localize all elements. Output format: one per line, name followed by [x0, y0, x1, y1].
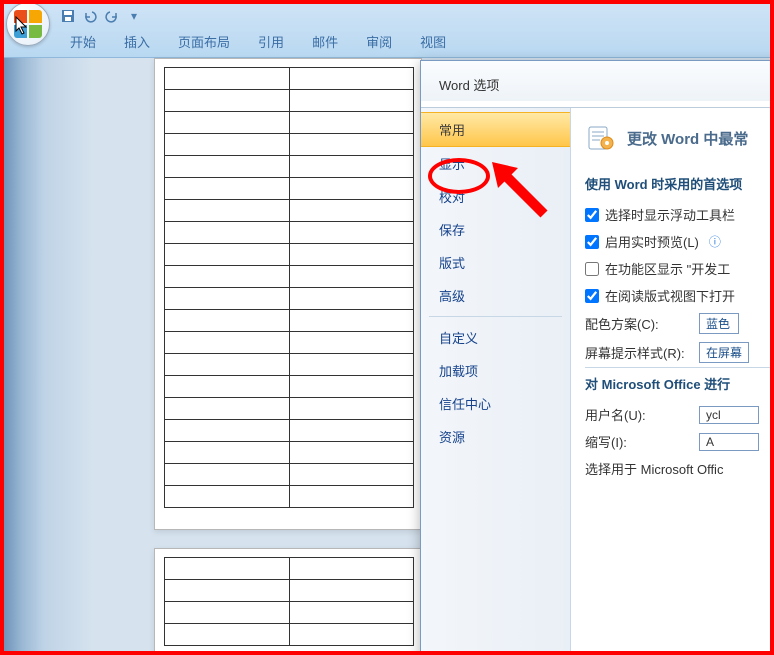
- checkbox-minitoolbar[interactable]: 选择时显示浮动工具栏: [585, 201, 774, 228]
- checkbox-readinglayout[interactable]: 在阅读版式视图下打开: [585, 282, 774, 309]
- table-row: [165, 244, 414, 266]
- office-logo-icon: [14, 10, 42, 38]
- table-row: [165, 112, 414, 134]
- table-row: [165, 354, 414, 376]
- sidebar-item-customize[interactable]: 自定义: [421, 321, 570, 354]
- username-input[interactable]: ycl: [699, 406, 759, 424]
- sidebar-item-save[interactable]: 保存: [421, 213, 570, 246]
- field-label: 缩写(I):: [585, 432, 689, 451]
- field-label: 用户名(U):: [585, 405, 689, 424]
- table-row: [165, 310, 414, 332]
- sidebar-item-advanced[interactable]: 高级: [421, 279, 570, 312]
- checkbox-label: 在功能区显示 "开发工: [605, 259, 730, 278]
- section-title-office: 对 Microsoft Office 进行: [585, 367, 774, 401]
- table-row: [165, 486, 414, 508]
- document-table: [164, 67, 414, 508]
- ribbon-bar: ▾ 开始 插入 页面布局 引用 邮件 审阅 视图: [4, 4, 770, 58]
- sidebar-item-resources[interactable]: 资源: [421, 420, 570, 453]
- options-sidebar: 常用 显示 校对 保存 版式 高级 自定义 加载项 信任中心 资源: [421, 108, 571, 655]
- sidebar-item-layout[interactable]: 版式: [421, 246, 570, 279]
- document-page-1: [154, 58, 422, 530]
- table-row: [165, 558, 414, 580]
- field-username: 用户名(U): ycl: [585, 401, 774, 428]
- document-page-2: [154, 548, 422, 655]
- redo-icon[interactable]: [104, 8, 120, 24]
- language-note: 选择用于 Microsoft Offic: [585, 455, 774, 482]
- table-row: [165, 134, 414, 156]
- ribbon-tabs: 开始 插入 页面布局 引用 邮件 审阅 视图: [56, 26, 460, 57]
- section-title-prefs: 使用 Word 时采用的首选项: [585, 168, 774, 201]
- tab-pagelayout[interactable]: 页面布局: [164, 26, 244, 57]
- table-row: [165, 580, 414, 602]
- table-row: [165, 624, 414, 646]
- table-row: [165, 200, 414, 222]
- checkbox-input[interactable]: [585, 289, 599, 303]
- word-options-dialog: Word 选项 常用 显示 校对 保存 版式 高级 自定义 加载项 信任中心 资…: [420, 60, 774, 655]
- colorscheme-select[interactable]: 蓝色: [699, 313, 739, 334]
- sidebar-item-trustcenter[interactable]: 信任中心: [421, 387, 570, 420]
- table-row: [165, 442, 414, 464]
- table-row: [165, 398, 414, 420]
- info-icon[interactable]: ⓘ: [709, 233, 721, 250]
- table-row: [165, 266, 414, 288]
- content-heading-text: 更改 Word 中最常: [627, 128, 748, 149]
- tab-insert[interactable]: 插入: [110, 26, 164, 57]
- qat-dropdown-icon[interactable]: ▾: [126, 8, 142, 24]
- field-colorscheme: 配色方案(C): 蓝色: [585, 309, 774, 338]
- tab-references[interactable]: 引用: [244, 26, 298, 57]
- table-row: [165, 464, 414, 486]
- table-row: [165, 178, 414, 200]
- checkbox-livepreview[interactable]: 启用实时预览(L) ⓘ: [585, 228, 774, 255]
- options-content: 更改 Word 中最常 使用 Word 时采用的首选项 选择时显示浮动工具栏 启…: [571, 108, 774, 655]
- document-table: [164, 557, 414, 646]
- checkbox-input[interactable]: [585, 235, 599, 249]
- content-heading: 更改 Word 中最常: [585, 122, 774, 154]
- table-row: [165, 222, 414, 244]
- field-label: 配色方案(C):: [585, 314, 689, 333]
- sidebar-item-general[interactable]: 常用: [421, 112, 570, 147]
- field-label: 屏幕提示样式(R):: [585, 343, 689, 362]
- table-row: [165, 332, 414, 354]
- app-frame: ▾ 开始 插入 页面布局 引用 邮件 审阅 视图: [0, 0, 774, 655]
- initials-input[interactable]: A: [699, 433, 759, 451]
- checkbox-label: 启用实时预览(L): [605, 232, 699, 251]
- tab-mail[interactable]: 邮件: [298, 26, 352, 57]
- table-row: [165, 376, 414, 398]
- screentip-select[interactable]: 在屏幕: [699, 342, 749, 363]
- table-row: [165, 420, 414, 442]
- dialog-title: Word 选项: [421, 61, 774, 107]
- field-screentip: 屏幕提示样式(R): 在屏幕: [585, 338, 774, 367]
- settings-icon: [585, 122, 617, 154]
- tab-review[interactable]: 审阅: [352, 26, 406, 57]
- table-row: [165, 156, 414, 178]
- sidebar-separator: [429, 316, 562, 317]
- table-row: [165, 288, 414, 310]
- sidebar-item-proofing[interactable]: 校对: [421, 180, 570, 213]
- table-row: [165, 602, 414, 624]
- undo-icon[interactable]: [82, 8, 98, 24]
- checkbox-input[interactable]: [585, 262, 599, 276]
- quick-access-toolbar: ▾: [60, 8, 142, 24]
- sidebar-item-addins[interactable]: 加载项: [421, 354, 570, 387]
- save-icon[interactable]: [60, 8, 76, 24]
- checkbox-devtab[interactable]: 在功能区显示 "开发工: [585, 255, 774, 282]
- tab-home[interactable]: 开始: [56, 26, 110, 57]
- checkbox-label: 选择时显示浮动工具栏: [605, 205, 735, 224]
- table-row: [165, 90, 414, 112]
- office-button[interactable]: [6, 2, 50, 46]
- checkbox-label: 在阅读版式视图下打开: [605, 286, 735, 305]
- checkbox-input[interactable]: [585, 208, 599, 222]
- tab-view[interactable]: 视图: [406, 26, 460, 57]
- field-initials: 缩写(I): A: [585, 428, 774, 455]
- table-row: [165, 68, 414, 90]
- sidebar-item-display[interactable]: 显示: [421, 147, 570, 180]
